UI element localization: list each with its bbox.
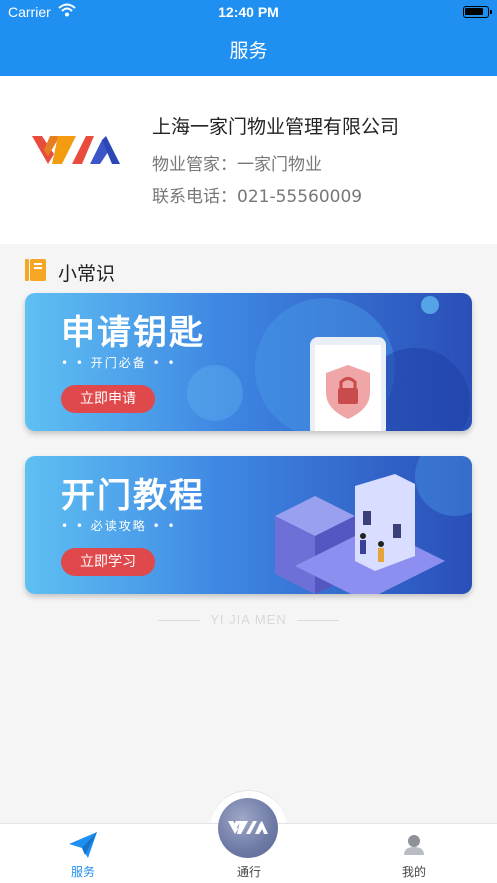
banner-subtitle: • • 开门必备 • • <box>61 356 177 370</box>
apply-now-button[interactable]: 立即申请 <box>61 385 155 413</box>
door-tutorial-banner[interactable]: 开门教程 • • 必读攻略 • • 立即学习 <box>25 456 472 594</box>
logo-icon <box>228 821 268 834</box>
divider <box>296 620 339 622</box>
company-name: 上海一家门物业管理有限公司 <box>152 116 400 138</box>
paper-plane-icon <box>69 832 97 858</box>
contact-phone[interactable]: 联系电话：021-55560009 <box>152 182 362 207</box>
learn-now-button[interactable]: 立即学习 <box>61 548 155 576</box>
status-time: 12:40 PM <box>218 4 279 20</box>
status-bar: Carrier 12:40 PM <box>0 0 497 26</box>
watermark-text: YI JIA MEN <box>210 612 287 627</box>
tab-mine[interactable]: 我的 <box>331 824 497 883</box>
access-center-button[interactable] <box>218 798 278 858</box>
company-logo <box>32 134 120 172</box>
tab-label: 服务 <box>70 865 95 879</box>
user-icon <box>404 835 424 855</box>
tab-label: 我的 <box>401 865 426 879</box>
banner-headline: 申请钥匙 <box>61 313 205 353</box>
banner-subtitle: • • 必读攻略 • • <box>61 519 177 533</box>
battery-icon <box>463 6 492 18</box>
banner-headline: 开门教程 <box>61 476 205 516</box>
property-manager: 物业管家：一家门物业 <box>152 155 322 175</box>
apply-key-banner[interactable]: 申请钥匙 • • 开门必备 • • 立即申请 <box>25 293 472 431</box>
brand-watermark: YI JIA MEN <box>0 612 497 627</box>
tab-service[interactable]: 服务 <box>0 824 166 883</box>
divider <box>158 620 201 622</box>
tab-label: 通行 <box>236 865 261 879</box>
section-title: 小常识 <box>58 263 116 285</box>
book-icon <box>24 258 48 286</box>
company-card: 上海一家门物业管理有限公司 物业管家：一家门物业 联系电话：021-555600… <box>0 76 497 244</box>
page-title: 服务 <box>0 26 497 76</box>
